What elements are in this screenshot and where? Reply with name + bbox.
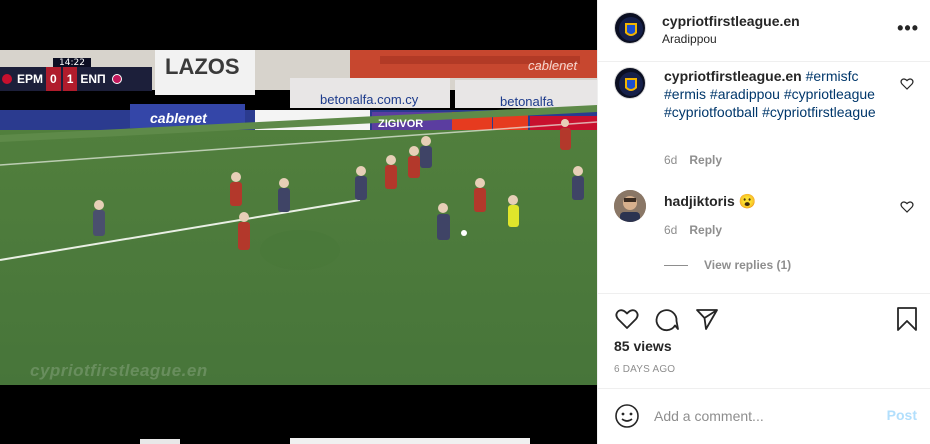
league-logo-icon xyxy=(619,17,643,41)
bottom-video-strip xyxy=(140,438,530,444)
add-comment-bar: Post xyxy=(598,390,930,444)
view-count[interactable]: 85 views xyxy=(614,338,672,354)
post-header: cypriotfirstleague.en Aradippou ••• xyxy=(598,0,930,62)
ad-betonalfa-url: betonalfa.com.cy xyxy=(320,92,419,107)
comments-list: cypriotfirstleague.en #ermisfc #ermis #a… xyxy=(598,63,930,294)
comment-input[interactable] xyxy=(654,406,874,426)
avatar-photo-icon xyxy=(614,190,646,222)
like-comment-heart-icon[interactable] xyxy=(900,200,914,214)
ad-cablenet-top: cablenet xyxy=(528,58,579,73)
account-avatar[interactable] xyxy=(614,12,646,44)
ad-zigivor: ZIGIVOR xyxy=(378,118,423,130)
comment-time: 6d xyxy=(664,223,678,237)
comment-text: hadjiktoris 😮 xyxy=(664,192,894,210)
post-time-ago: 6 DAYS AGO xyxy=(614,364,676,375)
bookmark-icon[interactable] xyxy=(894,306,920,332)
comment-meta: 6d Reply xyxy=(664,223,722,237)
ad-betonalfa: betonalfa xyxy=(500,94,554,109)
post-location[interactable]: Aradippou xyxy=(662,32,717,46)
post-actions: 85 views 6 DAYS AGO xyxy=(598,295,930,389)
post-username[interactable]: cypriotfirstleague.en xyxy=(662,13,800,29)
ad-lazos: LAZOS xyxy=(165,54,240,79)
heart-icon[interactable] xyxy=(614,306,640,332)
post-panel: cypriotfirstleague.en Aradippou ••• cypr… xyxy=(597,0,930,444)
commenter-username[interactable]: hadjiktoris xyxy=(664,193,735,209)
ad-cablenet: cablenet xyxy=(150,110,208,126)
post-comment-button[interactable]: Post xyxy=(887,407,917,423)
view-replies-label: View replies (1) xyxy=(704,258,792,272)
emoji-icon[interactable] xyxy=(614,403,640,429)
ad-boards-text: LAZOS betonalfa.com.cy betonalfa cablene… xyxy=(150,54,579,130)
video-watermark: cypriotfirstleague.en xyxy=(30,361,208,380)
view-replies-button[interactable]: View replies (1) xyxy=(664,258,791,272)
reply-button[interactable]: Reply xyxy=(689,223,722,237)
replies-divider xyxy=(664,264,688,266)
share-icon[interactable] xyxy=(694,306,720,332)
comment-emoji: 😮 xyxy=(738,193,757,209)
commenter-avatar[interactable] xyxy=(614,190,646,222)
post-media: 14:22 ΕΡΜ 0 1 ΕΝΠ LAZOS betonalfa.com.cy… xyxy=(0,0,597,444)
comment-icon[interactable] xyxy=(654,306,680,332)
more-options-icon[interactable]: ••• xyxy=(897,18,919,39)
